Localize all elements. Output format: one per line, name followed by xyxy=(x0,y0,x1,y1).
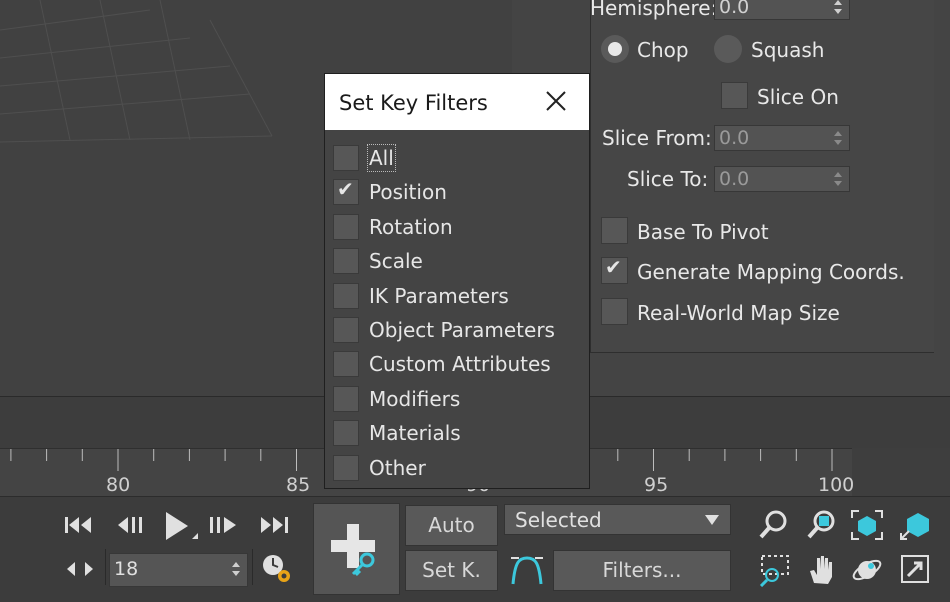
slice-to-label: Slice To: xyxy=(627,167,709,191)
key-filter-label: Modifiers xyxy=(369,386,461,411)
spinner-arrows-icon[interactable] xyxy=(833,130,843,146)
zoom-icon[interactable] xyxy=(758,509,790,541)
key-filters-button[interactable]: Filters... xyxy=(553,550,731,591)
set-key-icon xyxy=(331,524,375,577)
key-filter-label: IK Parameters xyxy=(369,283,509,308)
ruler-end xyxy=(852,448,950,496)
key-filter-checkbox[interactable] xyxy=(333,213,359,240)
key-filter-label: Rotation xyxy=(369,214,453,239)
hemisphere-spinner[interactable]: 0.0 xyxy=(714,0,850,20)
key-filter-all[interactable]: All xyxy=(333,142,573,172)
set-keys-button[interactable] xyxy=(313,503,400,595)
key-filter-scale[interactable]: Scale xyxy=(333,245,573,275)
current-frame-spinner[interactable]: 18 xyxy=(109,553,248,587)
slice-from-label: Slice From: xyxy=(602,126,712,150)
dialog-title: Set Key Filters xyxy=(339,91,488,115)
ruler-label-85: 85 xyxy=(286,474,311,496)
dropdown-value: Selected xyxy=(515,508,602,532)
key-filter-other[interactable]: Other xyxy=(333,452,573,482)
close-icon[interactable] xyxy=(543,88,569,114)
spinner-arrows-icon[interactable] xyxy=(231,561,241,577)
squash-label: Squash xyxy=(751,38,825,62)
squash-radio[interactable] xyxy=(714,35,742,63)
key-filter-selection-dropdown[interactable]: Selected xyxy=(504,504,731,535)
divider xyxy=(105,549,106,585)
key-filter-checkbox[interactable] xyxy=(333,454,359,481)
dialog-title-bar[interactable]: Set Key Filters xyxy=(325,74,589,130)
set-key-mode-button[interactable]: Set K. xyxy=(405,550,498,591)
chop-label: Chop xyxy=(637,38,689,62)
slice-to-value: 0.0 xyxy=(719,168,750,190)
chop-radio[interactable] xyxy=(601,35,629,63)
ruler-label-95: 95 xyxy=(644,474,669,496)
key-filter-label: Custom Attributes xyxy=(369,352,551,377)
play-icon[interactable] xyxy=(162,509,202,545)
chevron-down-icon xyxy=(705,515,719,525)
zoom-region-icon[interactable] xyxy=(758,553,792,587)
key-filter-modifiers[interactable]: Modifiers xyxy=(333,383,573,413)
key-filter-checkbox[interactable] xyxy=(333,385,359,412)
hemisphere-label: Hemisphere: xyxy=(590,0,718,20)
key-filter-custom-attributes[interactable]: Custom Attributes xyxy=(333,348,573,378)
key-filter-checkbox[interactable] xyxy=(333,317,359,343)
key-filter-checkbox[interactable] xyxy=(333,145,359,171)
maximize-viewport-icon[interactable] xyxy=(899,553,931,585)
key-filter-materials[interactable]: Materials xyxy=(333,417,573,447)
generate-mapping-checkbox[interactable] xyxy=(601,255,628,284)
real-world-map-checkbox[interactable] xyxy=(601,298,628,325)
key-filter-label: All xyxy=(367,144,396,172)
key-filter-checkbox[interactable] xyxy=(333,177,359,206)
ruler-label-100: 100 xyxy=(818,474,855,496)
key-filter-ik-parameters[interactable]: IK Parameters xyxy=(333,280,573,310)
zoom-all-icon[interactable] xyxy=(806,509,838,541)
pan-view-icon[interactable] xyxy=(806,553,838,587)
base-to-pivot-checkbox[interactable] xyxy=(601,217,628,244)
key-filter-label: Object Parameters xyxy=(369,318,555,342)
slice-on-label: Slice On xyxy=(757,85,839,109)
real-world-map-label: Real-World Map Size xyxy=(637,301,840,325)
orbit-icon[interactable] xyxy=(850,553,884,587)
key-filter-rotation[interactable]: Rotation xyxy=(333,211,573,241)
time-configuration-icon[interactable] xyxy=(261,553,293,585)
hemisphere-value: 0.0 xyxy=(719,0,750,18)
current-frame-value: 18 xyxy=(114,558,139,580)
spinner-arrows-icon[interactable] xyxy=(833,0,843,15)
key-filter-checkbox[interactable] xyxy=(333,351,359,378)
go-to-start-icon[interactable] xyxy=(63,513,95,537)
slice-on-checkbox[interactable] xyxy=(721,82,748,109)
zoom-extents-icon[interactable] xyxy=(850,509,884,541)
spinner-arrows-icon[interactable] xyxy=(833,171,843,187)
auto-key-button[interactable]: Auto xyxy=(405,505,498,546)
go-to-end-icon[interactable] xyxy=(259,513,291,537)
previous-frame-icon[interactable] xyxy=(116,513,148,537)
next-frame-icon[interactable] xyxy=(208,513,240,537)
generate-mapping-label: Generate Mapping Coords. xyxy=(637,260,905,284)
key-filter-label: Materials xyxy=(369,421,461,446)
set-key-filters-dialog: Set Key Filters All Position Rotation Scale… xyxy=(324,73,590,489)
key-filter-checkbox[interactable] xyxy=(333,248,359,275)
key-filter-checkbox[interactable] xyxy=(333,420,359,447)
curve-editor-icon[interactable] xyxy=(509,552,545,588)
key-filter-label: Other xyxy=(369,455,426,480)
key-mode-toggle-icon[interactable] xyxy=(65,559,95,579)
key-filter-label: Scale xyxy=(369,249,423,274)
key-filter-object-parameters[interactable]: Object Parameters xyxy=(333,314,573,344)
zoom-extents-all-icon[interactable] xyxy=(899,509,933,541)
key-filter-position[interactable]: Position xyxy=(333,176,573,206)
slice-from-spinner[interactable]: 0.0 xyxy=(714,125,850,151)
slice-from-value: 0.0 xyxy=(719,127,750,149)
divider xyxy=(252,549,253,585)
key-filter-label: Position xyxy=(369,180,447,205)
key-filter-checkbox[interactable] xyxy=(333,282,359,309)
base-to-pivot-label: Base To Pivot xyxy=(637,220,769,244)
slice-to-spinner[interactable]: 0.0 xyxy=(714,166,850,192)
ruler-label-80: 80 xyxy=(106,474,131,496)
